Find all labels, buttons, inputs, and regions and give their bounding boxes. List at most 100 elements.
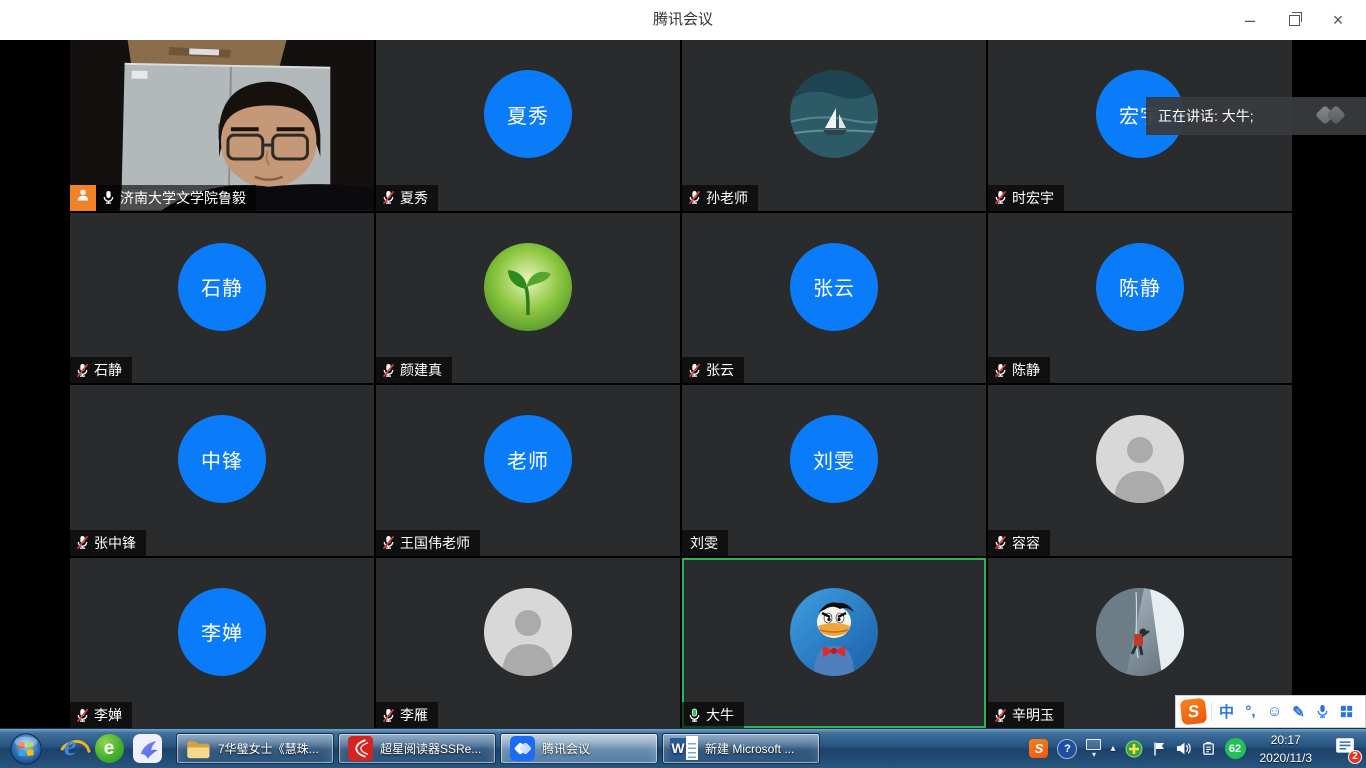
tencent-meeting-icon	[508, 735, 536, 763]
notification-count-badge: 2	[1348, 750, 1362, 764]
avatar-photo-climber	[1096, 588, 1184, 676]
participant-tile[interactable]: 李婵 李婵	[70, 558, 374, 729]
meeting-stage: 济南大学文学院鲁毅 夏秀 夏秀	[0, 40, 1366, 728]
volume-icon[interactable]	[1175, 741, 1192, 756]
nameplate: 刘雯	[682, 530, 728, 556]
ime-punctuation-button[interactable]: °,	[1241, 699, 1260, 725]
360-safety-tray-icon[interactable]	[1125, 740, 1143, 758]
avatar-silhouette	[484, 588, 572, 676]
taskbar-app-word[interactable]: W 新建 Microsoft ...	[662, 733, 820, 764]
speaking-banner: 正在讲话: 大牛;	[1146, 97, 1366, 135]
mic-muted-icon	[75, 363, 90, 378]
nameplate: 时宏宇	[988, 185, 1064, 211]
close-button[interactable]: ×	[1316, 0, 1360, 40]
xunlei-button[interactable]	[128, 729, 166, 768]
taskbar-clock[interactable]: 20:17 2020/11/3	[1260, 731, 1313, 767]
clipboard-tray-icon[interactable]	[1201, 741, 1216, 756]
avatar-initials: 老师	[484, 415, 572, 503]
taskbar-app-chaoxing[interactable]: 超星阅读器SSRe...	[338, 733, 496, 764]
ime-emoji-button[interactable]: ☺	[1265, 699, 1284, 725]
avatar-initials: 夏秀	[484, 70, 572, 158]
mic-muted-icon	[993, 708, 1008, 723]
avatar-initials: 石静	[178, 243, 266, 331]
windows-taskbar: e e 7华璧女士《慧珠... 超星阅读器SSRe... 腾讯会议 W 新建 M…	[0, 728, 1366, 768]
divider	[1211, 702, 1212, 722]
health-score-badge[interactable]: 62	[1225, 738, 1246, 759]
participant-name: 容容	[1012, 533, 1040, 553]
participant-tile[interactable]: 陈静 陈静	[988, 213, 1292, 384]
participant-tile[interactable]: 中锋 张中锋	[70, 385, 374, 556]
participant-name: 李婵	[94, 705, 122, 725]
language-bar-icon[interactable]: ▾	[1086, 739, 1101, 759]
participant-name: 张云	[706, 360, 734, 380]
sogou-tray-icon[interactable]: S	[1029, 739, 1048, 758]
taskbar-app-label: 新建 Microsoft ...	[705, 740, 794, 757]
participant-tile[interactable]: 夏秀 夏秀	[376, 40, 680, 211]
participant-name: 大牛	[706, 705, 734, 725]
avatar-initials: 刘雯	[790, 415, 878, 503]
action-center-flag-icon[interactable]	[1152, 741, 1166, 757]
avatar-initials: 中锋	[178, 415, 266, 503]
notification-tray-button[interactable]: 2	[1328, 729, 1362, 768]
ime-mode-button[interactable]: 中	[1217, 699, 1236, 725]
person-icon	[75, 187, 91, 208]
sogou-logo-icon[interactable]: S	[1180, 698, 1207, 725]
participant-tile[interactable]: 李雁	[376, 558, 680, 729]
participant-tile[interactable]: 济南大学文学院鲁毅	[70, 40, 374, 211]
ime-toolbox-button[interactable]	[1337, 699, 1356, 725]
ime-voice-button[interactable]	[1313, 699, 1332, 725]
360-browser-button[interactable]: e	[90, 729, 128, 768]
avatar-photo-duck	[790, 588, 878, 676]
taskbar-app-tencent-meeting[interactable]: 腾讯会议	[500, 733, 658, 764]
participant-name: 王国伟老师	[400, 533, 470, 553]
nameplate: 李婵	[70, 702, 132, 728]
participant-tile-speaking[interactable]: 大牛	[682, 558, 986, 729]
participant-tile[interactable]: 颜建真	[376, 213, 680, 384]
mic-muted-icon	[75, 708, 90, 723]
ie-icon: e	[56, 734, 86, 764]
minimize-button[interactable]: –	[1228, 0, 1272, 40]
show-hidden-icons-button[interactable]: ▴	[1110, 743, 1115, 754]
host-badge	[70, 185, 96, 211]
taskbar-app-label: 7华璧女士《慧珠...	[218, 740, 319, 757]
help-tray-icon[interactable]: ?	[1057, 739, 1077, 759]
participant-tile[interactable]: 刘雯 刘雯	[682, 385, 986, 556]
360-browser-icon: e	[95, 734, 124, 763]
meeting-logo-watermark-icon	[1316, 107, 1350, 125]
start-button[interactable]	[0, 729, 52, 768]
mic-muted-icon	[993, 190, 1008, 205]
windows-logo-icon	[7, 730, 45, 768]
participant-name: 张中锋	[94, 533, 136, 553]
participant-tile[interactable]: 石静 石静	[70, 213, 374, 384]
mic-muted-icon	[381, 363, 396, 378]
taskbar-app-label: 超星阅读器SSRe...	[380, 740, 481, 757]
mic-on-icon	[101, 190, 116, 205]
ie-browser-button[interactable]: e	[52, 729, 90, 768]
restore-button[interactable]	[1272, 0, 1316, 40]
participant-tile[interactable]: 容容	[988, 385, 1292, 556]
ime-handwriting-button[interactable]: ✎	[1289, 699, 1308, 725]
mic-muted-icon	[993, 363, 1008, 378]
taskbar-app-folder[interactable]: 7华璧女士《慧珠...	[176, 733, 334, 764]
participant-tile[interactable]: 张云 张云	[682, 213, 986, 384]
xunlei-bird-icon	[133, 734, 162, 763]
close-icon: ×	[1333, 10, 1344, 31]
video-grid: 济南大学文学院鲁毅 夏秀 夏秀	[70, 40, 1292, 728]
nameplate: 陈静	[988, 357, 1050, 383]
mic-muted-icon	[75, 535, 90, 550]
participant-name: 颜建真	[400, 360, 442, 380]
avatar-photo-sailboat	[790, 70, 878, 158]
mic-muted-icon	[381, 708, 396, 723]
participant-tile[interactable]: 孙老师	[682, 40, 986, 211]
avatar-initials: 李婵	[178, 588, 266, 676]
participant-name: 刘雯	[690, 533, 718, 553]
participant-name: 孙老师	[706, 188, 748, 208]
participant-name: 石静	[94, 360, 122, 380]
nameplate: 李雁	[376, 702, 438, 728]
speaking-banner-text: 正在讲话: 大牛;	[1158, 106, 1254, 126]
participant-tile[interactable]: 老师 王国伟老师	[376, 385, 680, 556]
nameplate: 大牛	[682, 702, 744, 728]
avatar-photo-sprout	[484, 243, 572, 331]
mic-muted-icon	[381, 190, 396, 205]
clock-time: 20:17	[1260, 731, 1313, 749]
